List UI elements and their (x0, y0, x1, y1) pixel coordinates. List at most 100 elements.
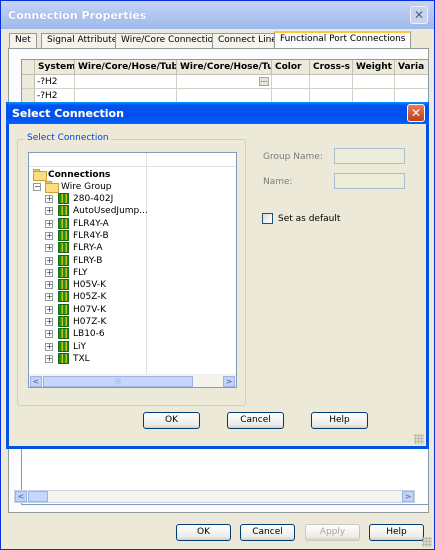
plus-icon[interactable]: + (45, 305, 53, 314)
column-header-weight[interactable]: Weight (353, 60, 395, 75)
dialog-title: Select Connection (12, 107, 124, 120)
wire-icon (58, 316, 69, 327)
column-header-variant[interactable]: Varia (395, 60, 428, 75)
plus-icon[interactable]: + (45, 195, 53, 203)
scroll-thumb[interactable]: ||| (43, 376, 193, 387)
folder-icon (45, 181, 59, 193)
scroll-right-icon[interactable]: > (223, 376, 235, 387)
plus-icon[interactable]: + (45, 231, 53, 240)
wire-icon (58, 254, 69, 266)
tree-item-label: H07Z-K (73, 317, 107, 327)
tree-item-label: 280-402J (73, 194, 114, 204)
close-icon[interactable]: ✕ (407, 104, 425, 122)
tree-item-label: H07V-K (73, 304, 106, 315)
wire-icon (58, 266, 69, 278)
plus-icon[interactable]: + (45, 318, 53, 326)
table-cell-system[interactable]: -?H2 (35, 75, 75, 89)
set-as-default-label[interactable]: Set as default (278, 214, 340, 224)
ellipsis-button[interactable]: ... (259, 77, 269, 86)
tab-net[interactable]: Net (9, 33, 37, 48)
plus-icon[interactable]: + (45, 256, 53, 265)
row-header[interactable] (22, 89, 35, 103)
table-cell[interactable] (353, 75, 395, 89)
column-header-cross-section[interactable]: Cross-s (310, 60, 353, 75)
resize-grip-icon[interactable] (414, 434, 424, 444)
tree-item-label: H05V-K (73, 280, 106, 291)
row-header-corner (22, 60, 35, 75)
wire-icon (58, 217, 69, 229)
ok-button[interactable]: OK (143, 412, 200, 429)
group-name-field[interactable] (334, 148, 405, 164)
tree-item-label: LiY (73, 341, 87, 352)
tree-root-label: Connections (48, 170, 111, 180)
set-as-default-checkbox[interactable] (262, 213, 273, 224)
tree-horizontal-scrollbar[interactable]: < ||| > (29, 374, 236, 387)
apply-button[interactable]: Apply (305, 524, 360, 541)
table-cell[interactable] (75, 89, 177, 103)
select-connection-group: Select Connection Connections − Wire Gro… (17, 133, 246, 406)
plus-icon[interactable]: + (45, 342, 53, 351)
folder-icon (33, 169, 47, 181)
table-cell[interactable] (75, 75, 177, 89)
group-label: Select Connection (25, 133, 111, 143)
table-cell[interactable] (272, 75, 310, 89)
scroll-right-icon[interactable]: > (402, 491, 414, 502)
plus-icon[interactable]: + (45, 293, 53, 302)
wire-icon (58, 352, 69, 364)
tree-item-label: LB10-6 (73, 329, 105, 340)
plus-icon[interactable]: + (45, 207, 53, 216)
help-button[interactable]: Help (311, 412, 368, 429)
cancel-button[interactable]: Cancel (227, 412, 284, 429)
table-cell[interactable]: ... (177, 75, 272, 89)
table-cell[interactable] (395, 89, 428, 103)
column-header-wire-core-1[interactable]: Wire/Core/Hose/Tube (75, 60, 177, 75)
scroll-left-icon[interactable]: < (15, 491, 27, 502)
name-label: Name: (263, 177, 293, 187)
plus-icon[interactable]: + (45, 330, 53, 339)
column-header-system[interactable]: System (35, 60, 75, 75)
plus-icon[interactable]: + (45, 219, 53, 228)
wire-icon (58, 340, 69, 352)
tree-column-header (29, 153, 236, 167)
wire-icon (58, 242, 69, 254)
plus-icon[interactable]: + (45, 244, 53, 253)
tree-group-label: Wire Group (61, 182, 112, 192)
resize-grip-icon[interactable] (422, 537, 432, 547)
tree-item-label: FLR4Y-A (73, 218, 109, 229)
table-cell-system[interactable]: -?H2 (35, 89, 75, 103)
ok-button[interactable]: OK (176, 524, 231, 541)
window-title: Connection Properties (8, 9, 147, 22)
table-cell[interactable] (272, 89, 310, 103)
column-header-color[interactable]: Color (272, 60, 310, 75)
tree-item-label: FLY (73, 267, 88, 278)
scroll-left-icon[interactable]: < (30, 376, 42, 387)
wire-icon (58, 279, 69, 291)
row-header[interactable] (22, 75, 35, 89)
wire-icon (58, 303, 69, 315)
plus-icon[interactable]: + (45, 268, 53, 277)
tree-item-label: FLRY-A (73, 243, 103, 254)
wire-icon (58, 328, 69, 340)
connection-tree[interactable]: Connections − Wire Group +280-402J + AutoU… (28, 152, 237, 388)
plus-icon[interactable]: + (45, 281, 53, 290)
minus-icon[interactable]: − (33, 183, 41, 191)
name-field[interactable] (334, 173, 405, 189)
help-button[interactable]: Help (369, 524, 424, 541)
table-cell[interactable] (310, 89, 353, 103)
wire-icon (58, 193, 69, 204)
tab-functional-port-connections[interactable]: Functional Port Connections (274, 31, 412, 49)
select-connection-dialog: Select Connection ✕ Select Connection Co… (6, 102, 429, 449)
title-bar: Connection Properties ✕ (1, 1, 434, 29)
table-cell[interactable] (395, 75, 428, 89)
wire-icon (58, 205, 69, 217)
plus-icon[interactable]: + (45, 354, 53, 363)
cancel-button[interactable]: Cancel (240, 524, 295, 541)
table-cell[interactable] (353, 89, 395, 103)
scroll-thumb[interactable] (28, 491, 48, 502)
table-cell[interactable] (177, 89, 272, 103)
group-name-label: Group Name: (263, 152, 323, 162)
column-header-wire-core-2[interactable]: Wire/Core/Hose/Tub (177, 60, 272, 75)
table-cell[interactable] (310, 75, 353, 89)
close-icon[interactable]: ✕ (410, 6, 428, 24)
table-horizontal-scrollbar[interactable]: < > (14, 490, 415, 503)
